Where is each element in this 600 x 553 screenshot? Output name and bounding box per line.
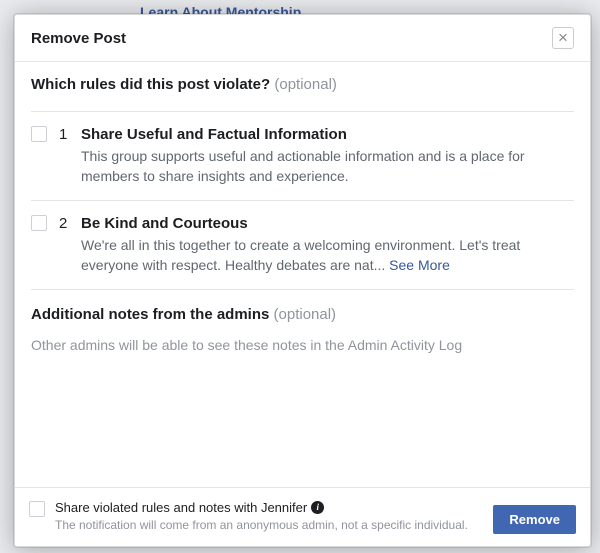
close-icon: ×: [558, 29, 568, 46]
remove-post-modal: Remove Post × Which rules did this post …: [14, 14, 591, 547]
modal-footer: Share violated rules and notes with Jenn…: [15, 487, 590, 546]
notes-section: Additional notes from the admins (option…: [31, 289, 574, 353]
info-icon[interactable]: i: [311, 501, 324, 514]
share-label-text: Share violated rules and notes with Jenn…: [55, 500, 307, 515]
rule-title: Share Useful and Factual Information: [81, 126, 574, 143]
share-label: Share violated rules and notes with Jenn…: [55, 500, 468, 515]
close-button[interactable]: ×: [552, 27, 574, 49]
notes-title-text: Additional notes from the admins: [31, 306, 274, 323]
optional-text: (optional): [274, 76, 337, 93]
rule-body: Share Useful and Factual Information Thi…: [81, 126, 574, 186]
question-text: Which rules did this post violate?: [31, 76, 274, 93]
rule-item[interactable]: 1 Share Useful and Factual Information T…: [31, 111, 574, 200]
modal-body: Which rules did this post violate? (opti…: [15, 62, 590, 487]
rule-body: Be Kind and Courteous We're all in this …: [81, 215, 574, 275]
notes-placeholder[interactable]: Other admins will be able to see these n…: [31, 337, 574, 353]
share-text: Share violated rules and notes with Jenn…: [55, 500, 468, 534]
share-checkbox[interactable]: [29, 501, 45, 517]
rule-item[interactable]: 2 Be Kind and Courteous We're all in thi…: [31, 200, 574, 289]
rule-title: Be Kind and Courteous: [81, 215, 574, 232]
rule-number: 2: [59, 215, 69, 275]
rule-desc: This group supports useful and actionabl…: [81, 147, 574, 186]
notes-heading: Additional notes from the admins (option…: [31, 306, 574, 323]
rule-desc-text: We're all in this together to create a w…: [81, 237, 520, 273]
share-block: Share violated rules and notes with Jenn…: [29, 500, 477, 534]
checkbox[interactable]: [31, 126, 47, 142]
modal-title: Remove Post: [31, 30, 126, 47]
rule-number: 1: [59, 126, 69, 186]
rule-desc: We're all in this together to create a w…: [81, 236, 574, 275]
modal-header: Remove Post ×: [15, 15, 590, 62]
share-desc: The notification will come from an anony…: [55, 518, 468, 534]
checkbox[interactable]: [31, 215, 47, 231]
violation-question: Which rules did this post violate? (opti…: [31, 76, 574, 93]
optional-text: (optional): [274, 306, 337, 323]
see-more-link[interactable]: See More: [389, 257, 450, 273]
remove-button[interactable]: Remove: [493, 505, 576, 534]
